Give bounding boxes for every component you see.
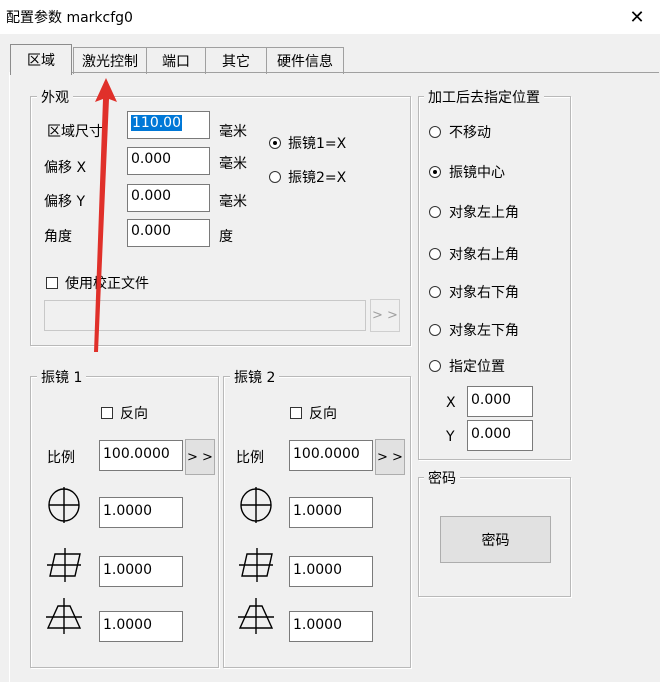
correction-browse-button[interactable]: > > [370, 299, 400, 332]
galvo2-scale-input[interactable]: 100.0000 [289, 440, 373, 471]
circle-split-icon [48, 487, 80, 523]
mirror1-label: 振镜1=X [288, 136, 347, 152]
red-arrow-annotation [94, 78, 117, 352]
galvo2-scale-button[interactable]: > > [375, 439, 405, 475]
galvo1-scale-input[interactable]: 100.0000 [99, 440, 183, 471]
trapezoid-icon [238, 598, 274, 634]
parallelogram-icon [47, 548, 81, 582]
parallelogram-icon [239, 548, 273, 582]
tab-other[interactable]: 其它 [205, 47, 267, 74]
password-legend: 密码 [424, 468, 460, 488]
radio-dot [433, 170, 437, 174]
galvo2-reverse-label: 反向 [309, 406, 337, 422]
offset-x-label: 偏移 X [44, 160, 87, 176]
galvo1-legend: 振镜 1 [37, 367, 87, 387]
galvo2-param3-input[interactable]: 1.0000 [289, 611, 373, 642]
tab-label: 端口 [162, 54, 190, 70]
radio-dot [273, 141, 277, 145]
galvo1-param2-input[interactable]: 1.0000 [99, 556, 183, 587]
goto-option-label: 对象左下角 [449, 323, 519, 339]
mirror2-label: 振镜2=X [288, 170, 347, 186]
goto-option-radio[interactable] [429, 126, 441, 138]
goto-option-label: 振镜中心 [449, 165, 505, 181]
circle-split-icon [240, 487, 272, 523]
goto-y-input[interactable]: 0.000 [467, 420, 533, 451]
size-unit: 毫米 [219, 124, 247, 140]
goto-y-label: Y [446, 429, 455, 445]
size-input[interactable]: 110.00 [127, 111, 210, 139]
offset-y-label: 偏移 Y [44, 194, 86, 210]
tab-label: 激光控制 [82, 54, 138, 70]
tab-port[interactable]: 端口 [146, 47, 206, 74]
goto-option-label: 不移动 [449, 125, 491, 141]
goto-option-radio[interactable] [429, 166, 441, 178]
offset-x-input[interactable]: 0.000 [127, 147, 210, 175]
goto-option-label: 对象左上角 [449, 205, 519, 221]
galvo1-scale-label: 比例 [47, 450, 75, 466]
goto-position-legend: 加工后去指定位置 [424, 87, 544, 107]
galvo2-reverse-checkbox[interactable] [290, 407, 302, 419]
password-button[interactable]: 密码 [440, 516, 551, 563]
goto-option-label: 对象右上角 [449, 247, 519, 263]
galvo2-param2-input[interactable]: 1.0000 [289, 556, 373, 587]
galvo1-reverse-checkbox[interactable] [101, 407, 113, 419]
galvo1-param3-input[interactable]: 1.0000 [99, 611, 183, 642]
appearance-legend: 外观 [37, 87, 73, 107]
title-bar: 配置参数 markcfg0 ✕ [0, 0, 660, 34]
galvo2-scale-label: 比例 [236, 450, 264, 466]
galvo2-param1-input[interactable]: 1.0000 [289, 497, 373, 528]
tab-label: 其它 [222, 54, 250, 70]
galvo2-legend: 振镜 2 [230, 367, 280, 387]
angle-unit: 度 [219, 229, 233, 245]
angle-label: 角度 [44, 229, 72, 245]
goto-x-input[interactable]: 0.000 [467, 386, 533, 417]
tab-label: 区域 [27, 53, 55, 69]
goto-option-radio[interactable] [429, 360, 441, 372]
angle-input[interactable]: 0.000 [127, 219, 210, 247]
goto-x-label: X [446, 395, 456, 411]
galvo1-reverse-label: 反向 [120, 406, 148, 422]
goto-option-radio[interactable] [429, 286, 441, 298]
galvo1-param1-input[interactable]: 1.0000 [99, 497, 183, 528]
galvo1-scale-button[interactable]: > > [185, 439, 215, 475]
close-button[interactable]: ✕ [614, 0, 660, 34]
window-title: 配置参数 markcfg0 [6, 10, 133, 26]
goto-option-radio[interactable] [429, 248, 441, 260]
mirror1-radio[interactable] [269, 137, 281, 149]
goto-option-radio[interactable] [429, 324, 441, 336]
goto-option-radio[interactable] [429, 206, 441, 218]
goto-option-label: 指定位置 [449, 359, 505, 375]
trapezoid-icon [46, 598, 82, 634]
offset-x-unit: 毫米 [219, 156, 247, 172]
offset-y-unit: 毫米 [219, 194, 247, 210]
goto-option-label: 对象右下角 [449, 285, 519, 301]
mirror2-radio[interactable] [269, 171, 281, 183]
close-icon: ✕ [629, 6, 645, 28]
tab-region[interactable]: 区域 [10, 44, 72, 75]
offset-y-input[interactable]: 0.000 [127, 184, 210, 212]
use-correction-checkbox[interactable] [46, 277, 58, 289]
tab-label: 硬件信息 [277, 54, 333, 70]
tab-hardware-info[interactable]: 硬件信息 [266, 47, 344, 74]
